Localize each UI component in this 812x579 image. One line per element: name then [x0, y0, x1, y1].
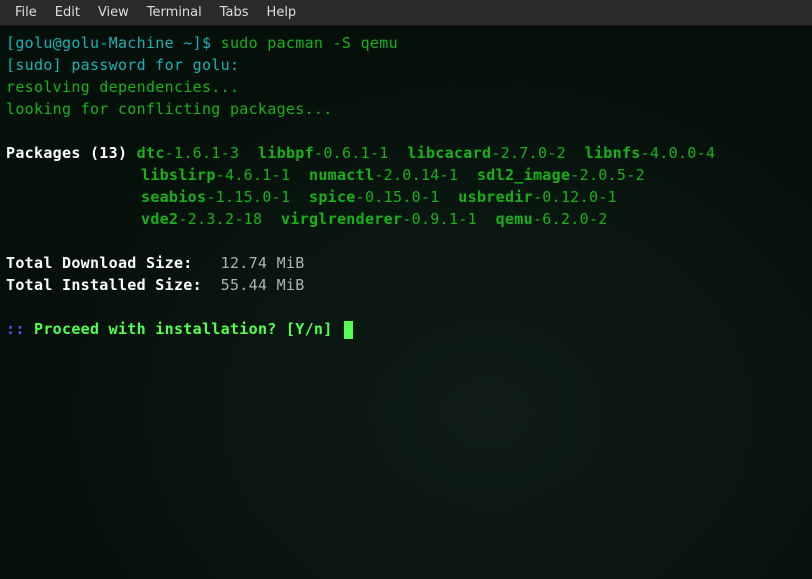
pkg-ver: -2.7.0-2 — [491, 144, 566, 162]
menu-terminal[interactable]: Terminal — [138, 2, 211, 23]
menubar: File Edit View Terminal Tabs Help — [0, 0, 812, 26]
blank-line — [6, 296, 806, 318]
prompt-line: [golu@golu-Machine ~]$ sudo pacman -S qe… — [6, 32, 806, 54]
terminal-area[interactable]: [golu@golu-Machine ~]$ sudo pacman -S qe… — [0, 26, 812, 346]
blank-line — [6, 120, 806, 142]
menu-view[interactable]: View — [89, 2, 138, 23]
pkg-ver: -0.9.1-1 — [402, 210, 477, 228]
menu-help[interactable]: Help — [258, 2, 306, 23]
resolving-line: resolving dependencies... — [6, 76, 806, 98]
pkg-name: libnfs — [585, 144, 641, 162]
pkg-name: dtc — [137, 144, 165, 162]
menu-tabs[interactable]: Tabs — [211, 2, 258, 23]
pkg-ver: -2.3.2-18 — [178, 210, 262, 228]
pkg-ver: -1.6.1-3 — [165, 144, 240, 162]
cursor — [344, 321, 353, 339]
pkg-name: vde2 — [141, 210, 178, 228]
installed-value: 55.44 MiB — [221, 276, 305, 294]
installed-label: Total Installed Size: — [6, 276, 221, 294]
pkg-ver: -0.12.0-1 — [533, 188, 617, 206]
pkg-name: virglrenderer — [281, 210, 402, 228]
packages-line-1: Packages (13) dtc-1.6.1-3 libbpf-0.6.1-1… — [6, 142, 806, 164]
menu-edit[interactable]: Edit — [46, 2, 89, 23]
download-label: Total Download Size: — [6, 254, 221, 272]
pkg-ver: -0.15.0-1 — [356, 188, 440, 206]
prompt-user-host: [golu@golu-Machine ~]$ — [6, 34, 221, 52]
pkg-ver: -6.2.0-2 — [533, 210, 608, 228]
pkg-ver: -0.6.1-1 — [314, 144, 389, 162]
pkg-ver: -2.0.5-2 — [570, 166, 645, 184]
menu-file[interactable]: File — [6, 2, 46, 23]
proceed-line: :: Proceed with installation? [Y/n] — [6, 318, 806, 340]
pkg-name: libcacard — [407, 144, 491, 162]
installed-size-line: Total Installed Size: 55.44 MiB — [6, 274, 806, 296]
pkg-ver: -4.0.0-4 — [641, 144, 716, 162]
proceed-text: Proceed with installation? [Y/n] — [34, 320, 342, 338]
pkg-name: libslirp — [141, 166, 216, 184]
pkg-name: qemu — [496, 210, 533, 228]
pkg-name: usbredir — [458, 188, 533, 206]
pkg-name: sdl2_image — [477, 166, 570, 184]
packages-line-3: seabios-1.15.0-1 spice-0.15.0-1 usbredir… — [6, 186, 806, 208]
packages-line-2: libslirp-4.6.1-1 numactl-2.0.14-1 sdl2_i… — [6, 164, 806, 186]
download-value: 12.74 MiB — [221, 254, 305, 272]
pkg-name: spice — [309, 188, 356, 206]
pkg-name: seabios — [141, 188, 206, 206]
download-size-line: Total Download Size: 12.74 MiB — [6, 252, 806, 274]
packages-line-4: vde2-2.3.2-18 virglrenderer-0.9.1-1 qemu… — [6, 208, 806, 230]
packages-label: Packages (13) — [6, 144, 127, 162]
command-text: sudo pacman -S qemu — [221, 34, 398, 52]
proceed-prefix: :: — [6, 320, 34, 338]
pkg-ver: -2.0.14-1 — [374, 166, 458, 184]
pkg-name: libbpf — [258, 144, 314, 162]
sudo-password-line: [sudo] password for golu: — [6, 54, 806, 76]
conflicting-line: looking for conflicting packages... — [6, 98, 806, 120]
blank-line — [6, 230, 806, 252]
pkg-ver: -4.6.1-1 — [216, 166, 291, 184]
pkg-name: numactl — [309, 166, 374, 184]
pkg-ver: -1.15.0-1 — [206, 188, 290, 206]
